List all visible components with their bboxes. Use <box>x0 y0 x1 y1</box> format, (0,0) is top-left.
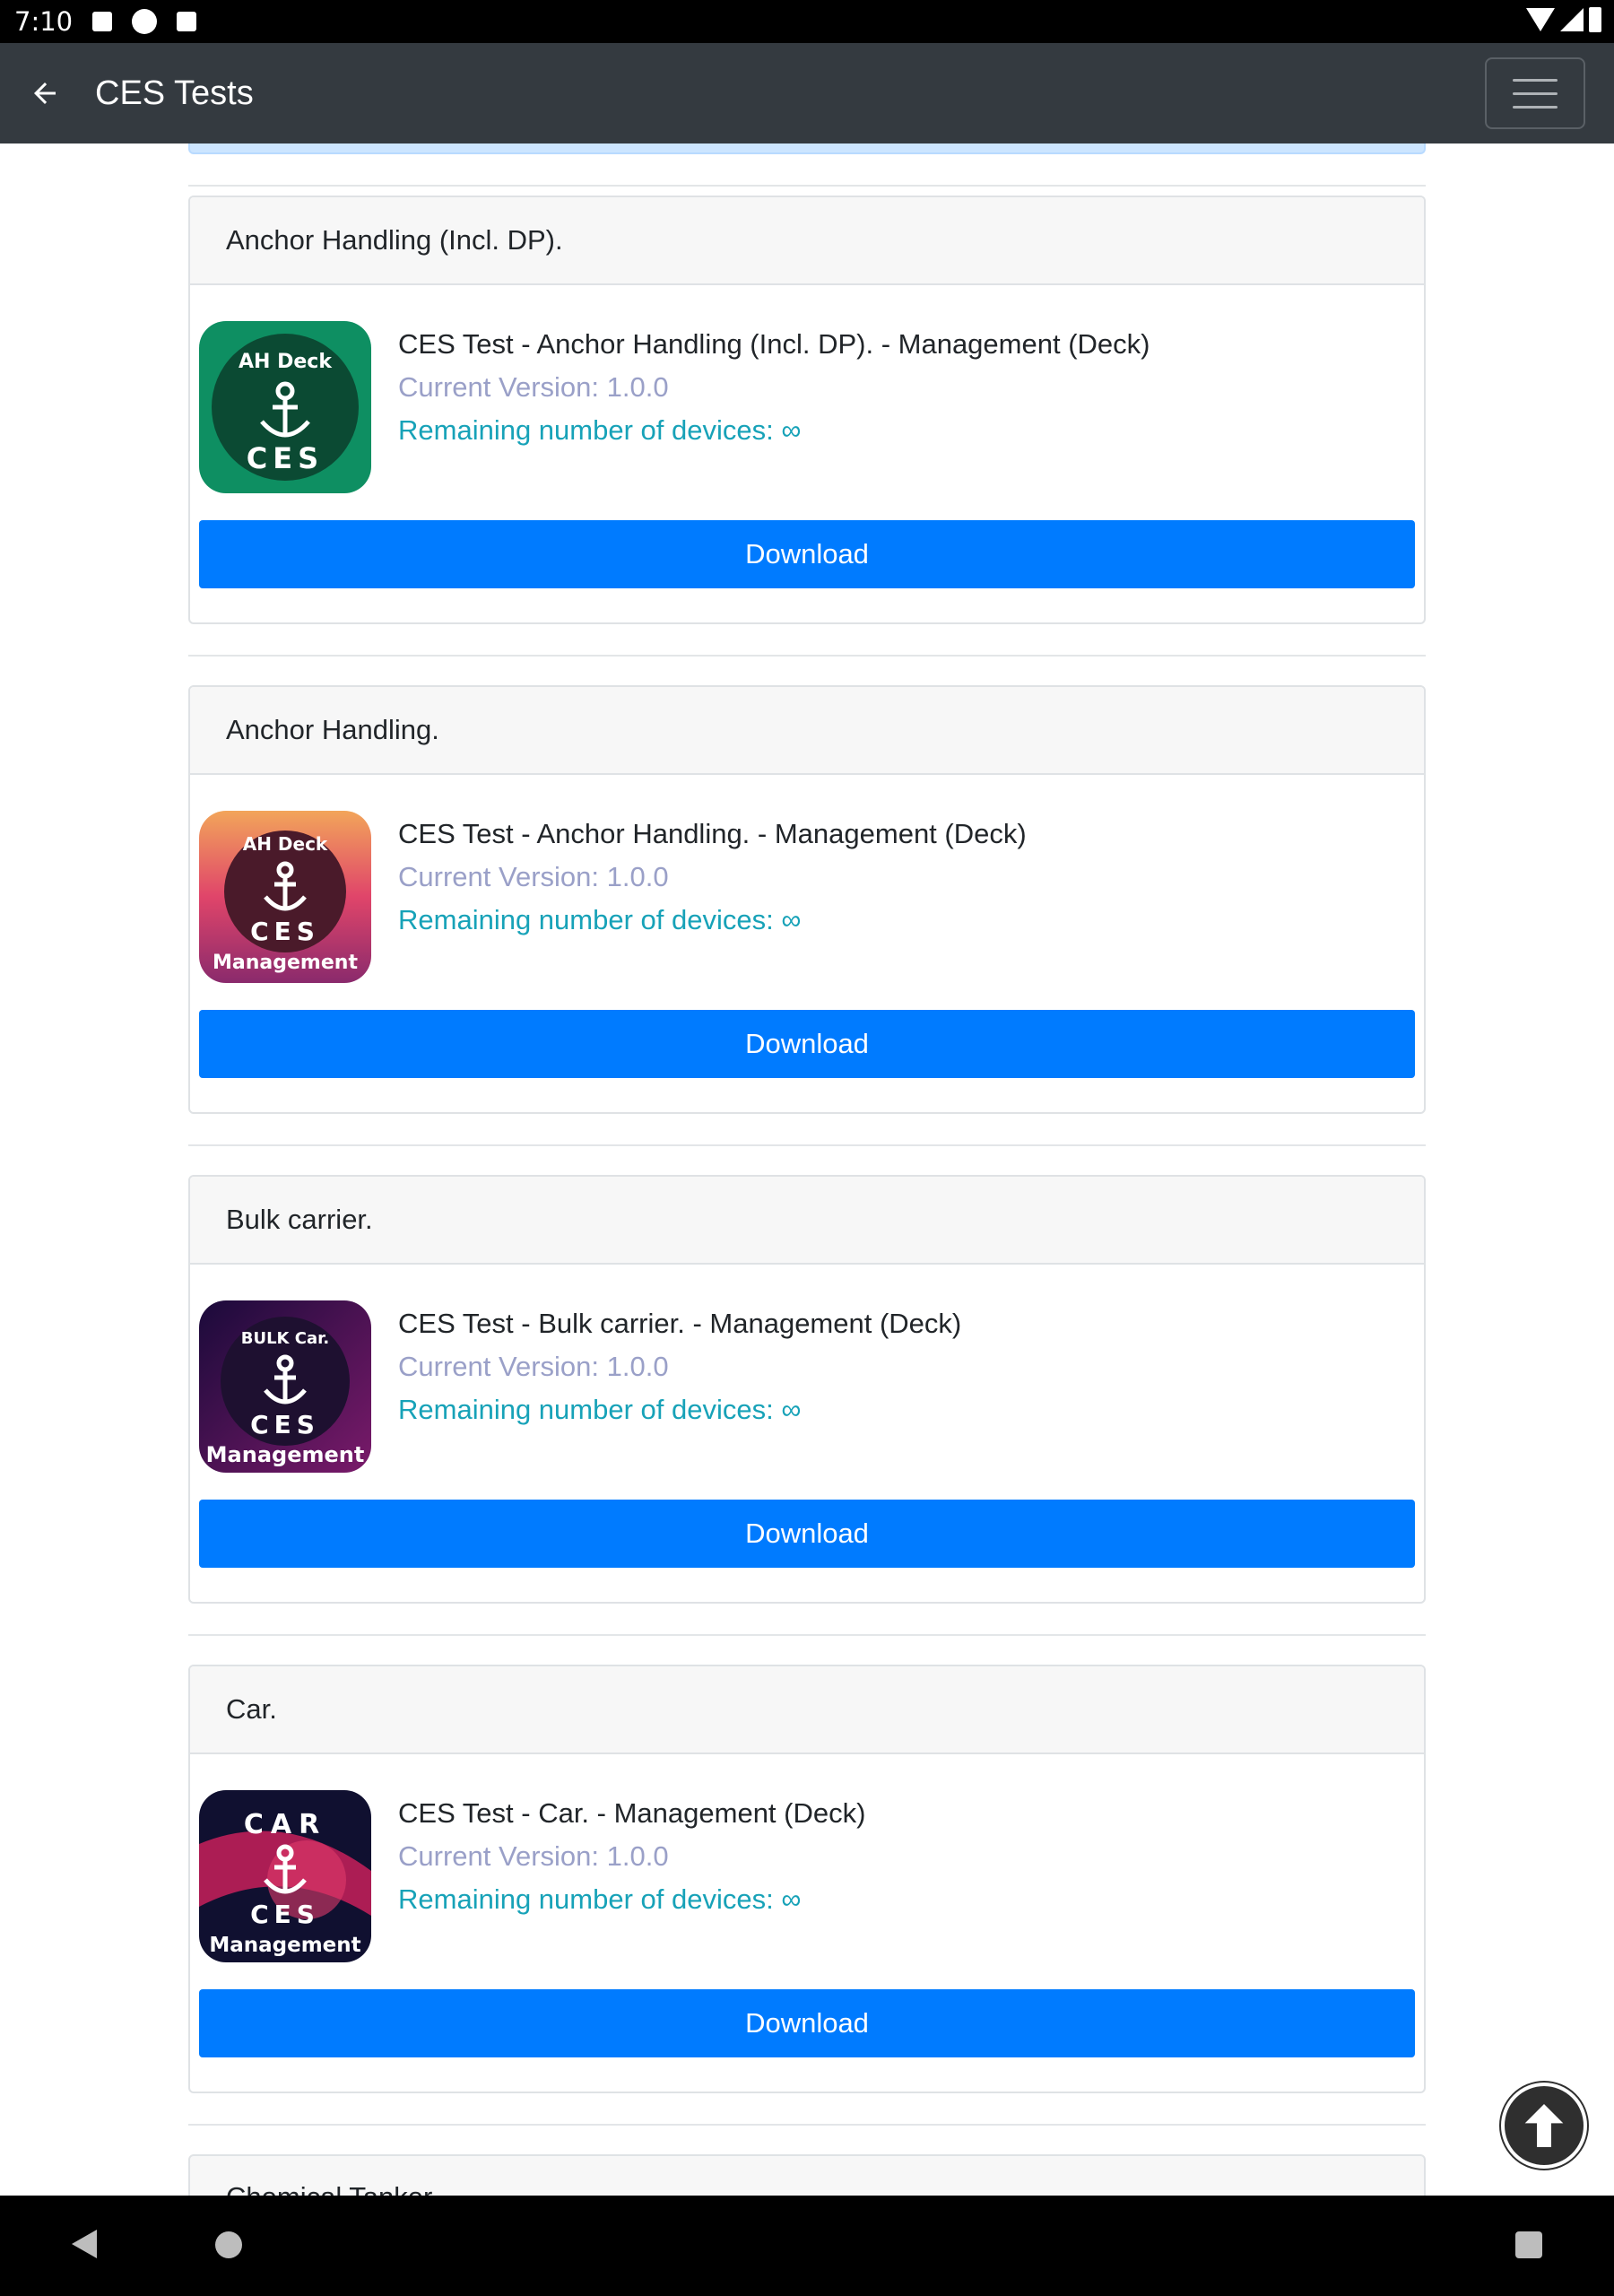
app-info: CES Test - Anchor Handling. - Management… <box>398 813 1027 942</box>
menu-line-icon <box>1513 105 1558 109</box>
screen: 7:10 CES Tests Anchor Handling (Incl. DP… <box>0 0 1614 2296</box>
app-icon-car-management: CAR CES Management <box>199 1790 371 1962</box>
icon-label: AH Deck <box>243 833 328 855</box>
divider <box>188 2124 1426 2126</box>
test-card: Anchor Handling (Incl. DP). AH Deck CES … <box>188 196 1426 624</box>
icon-label: Management <box>209 1934 360 1957</box>
test-card: Bulk carrier. BULK Car. CES Management C… <box>188 1175 1426 1604</box>
hamburger-menu-button[interactable] <box>1485 57 1585 129</box>
system-nav-bar <box>0 2196 1614 2296</box>
signal-icon <box>1560 8 1584 31</box>
card-header: Anchor Handling. <box>190 687 1424 775</box>
nav-home-icon[interactable] <box>215 2231 242 2258</box>
app-info: CES Test - Bulk carrier. - Management (D… <box>398 1302 961 1431</box>
icon-label: AH Deck <box>239 351 333 373</box>
icon-label: CES <box>250 917 320 946</box>
download-button[interactable]: Download <box>199 1989 1415 2057</box>
download-button[interactable]: Download <box>199 1010 1415 1078</box>
download-button[interactable]: Download <box>199 520 1415 588</box>
divider <box>188 185 1426 187</box>
alert-strip <box>188 144 1426 154</box>
app-bar: CES Tests <box>0 43 1614 144</box>
remaining-devices: Remaining number of devices: ∞ <box>398 1883 802 1915</box>
test-card: Car. CAR CES Management CES Test - Car. … <box>188 1665 1426 2093</box>
card-body: AH Deck CES Management CES Test - Anchor… <box>190 775 1424 1112</box>
battery-icon <box>1589 7 1601 32</box>
card-header: Chemical Tanker. <box>190 2156 1424 2196</box>
app-info: CES Test - Anchor Handling (Incl. DP). -… <box>398 323 1150 452</box>
menu-line-icon <box>1513 78 1558 82</box>
sd-card-icon <box>177 12 197 31</box>
app-icon-ah-deck-management: AH Deck CES Management <box>199 811 371 983</box>
nav-recents-icon[interactable] <box>1515 2231 1542 2258</box>
divider <box>188 655 1426 657</box>
card-body: BULK Car. CES Management CES Test - Bulk… <box>190 1265 1424 1602</box>
icon-label: CES <box>250 1410 320 1439</box>
divider <box>188 1634 1426 1636</box>
arrow-up-icon <box>1524 2104 1564 2147</box>
app-name: CES Test - Anchor Handling (Incl. DP). -… <box>398 328 1150 360</box>
card-body: AH Deck CES CES Test - Anchor Handling (… <box>190 285 1424 622</box>
icon-label: CES <box>250 1900 320 1929</box>
app-version: Current Version: 1.0.0 <box>398 1351 669 1382</box>
app-version: Current Version: 1.0.0 <box>398 861 669 892</box>
nav-back-icon[interactable] <box>72 2230 97 2258</box>
app-info: CES Test - Car. - Management (Deck) Curr… <box>398 1792 865 1921</box>
notification-p-icon <box>132 9 158 34</box>
remaining-devices: Remaining number of devices: ∞ <box>398 904 802 935</box>
app-icon-ah-deck: AH Deck CES <box>199 321 371 493</box>
card-header: Anchor Handling (Incl. DP). <box>190 197 1424 285</box>
download-button[interactable]: Download <box>199 1500 1415 1568</box>
test-card-partial: Chemical Tanker. <box>188 2154 1426 2196</box>
menu-line-icon <box>1513 91 1558 95</box>
divider <box>188 1144 1426 1146</box>
page-title: CES Tests <box>95 74 254 112</box>
icon-label: Management <box>213 952 358 974</box>
wifi-icon <box>1526 8 1555 31</box>
remaining-devices: Remaining number of devices: ∞ <box>398 1394 802 1425</box>
back-arrow-icon[interactable] <box>20 68 70 118</box>
test-card: Anchor Handling. AH Deck CES Management … <box>188 685 1426 1114</box>
app-name: CES Test - Car. - Management (Deck) <box>398 1797 866 1829</box>
card-body: CAR CES Management CES Test - Car. - Man… <box>190 1754 1424 2092</box>
status-bar: 7:10 <box>0 0 1614 43</box>
app-name: CES Test - Anchor Handling. - Management… <box>398 818 1027 849</box>
content-area[interactable]: Anchor Handling (Incl. DP). AH Deck CES … <box>0 144 1614 2196</box>
app-version: Current Version: 1.0.0 <box>398 1840 669 1872</box>
icon-label: Management <box>206 1442 365 1467</box>
app-icon-bulk-car-management: BULK Car. CES Management <box>199 1300 371 1473</box>
icon-label: BULK Car. <box>241 1329 330 1348</box>
remaining-devices: Remaining number of devices: ∞ <box>398 414 802 446</box>
icon-label: CES <box>247 441 324 475</box>
icon-label: CAR <box>244 1809 326 1840</box>
notification-a-icon <box>92 12 113 31</box>
status-time: 7:10 <box>14 6 74 37</box>
app-version: Current Version: 1.0.0 <box>398 371 669 403</box>
status-indicators <box>1526 7 1601 32</box>
app-name: CES Test - Bulk carrier. - Management (D… <box>398 1308 962 1339</box>
card-header: Bulk carrier. <box>190 1177 1424 1265</box>
card-header: Car. <box>190 1666 1424 1754</box>
scroll-to-top-button[interactable] <box>1501 2083 1587 2169</box>
